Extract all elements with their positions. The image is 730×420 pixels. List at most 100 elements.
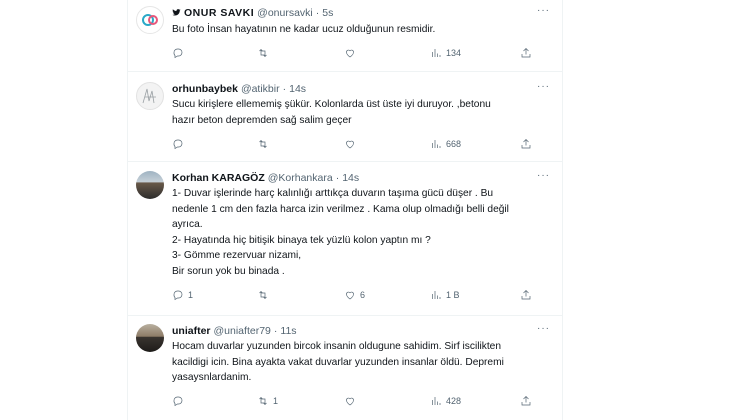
like-button[interactable] <box>344 138 360 150</box>
reply-icon <box>173 48 183 59</box>
views-button[interactable]: 668 <box>430 138 461 150</box>
bird-icon <box>172 8 181 19</box>
tweet-header: uniafter @uniafter79 · 11s <box>172 324 297 338</box>
heart-icon <box>346 291 354 300</box>
views-icon <box>432 397 441 405</box>
reply-button[interactable] <box>172 395 188 407</box>
separator-dot: · <box>335 172 340 184</box>
view-count: 134 <box>446 48 462 58</box>
retweet-button[interactable]: 1 <box>257 395 278 407</box>
retweet-icon <box>259 140 267 148</box>
retweet-button[interactable] <box>257 289 273 301</box>
reply-button[interactable] <box>172 47 188 59</box>
share-icon <box>521 290 531 300</box>
tweet-text-line: kacildigi icin. Bina ayakta vakat duvarl… <box>172 356 504 368</box>
tweet[interactable]: Korhan KARAGÖZ @Korhankara · 14s ··· 1- … <box>128 162 562 316</box>
like-button[interactable]: 6 <box>344 289 365 301</box>
reply-button[interactable] <box>172 138 188 150</box>
tweet-text-line: 3- Gömme rezervuar nizami, <box>172 250 302 261</box>
more-options-icon[interactable]: ··· <box>537 5 550 16</box>
onur-logo-avatar[interactable] <box>136 6 164 34</box>
tweet-actions: 1 428 <box>172 394 542 408</box>
tweet-text-line: Bu foto İnsan hayatının ne kadar ucuz ol… <box>172 24 436 35</box>
more-options-icon[interactable]: ··· <box>537 81 550 92</box>
tweet-text-line: Bir sorun yok bu binada . <box>172 265 285 277</box>
retweet-button[interactable] <box>257 138 273 150</box>
more-options-icon[interactable]: ··· <box>537 323 550 334</box>
reply-button[interactable]: 1 <box>172 289 193 301</box>
views-icon <box>432 49 441 57</box>
author-name[interactable]: Korhan KARAGÖZ <box>172 172 265 184</box>
retweet-button[interactable] <box>257 47 273 59</box>
tweet-text: Sucu kirişlere ellememiş şükür. Kolonlar… <box>172 97 542 128</box>
tweet-time[interactable]: 5s <box>322 7 333 19</box>
tweet-header: Korhan KARAGÖZ @Korhankara · 14s <box>172 171 359 185</box>
tweet-text: Bu foto İnsan hayatının ne kadar ucuz ol… <box>172 22 542 38</box>
share-icon <box>521 396 531 406</box>
share-button[interactable] <box>520 138 532 150</box>
share-button[interactable] <box>520 395 532 407</box>
separator-dot: · <box>315 7 320 19</box>
tweet-time[interactable]: 11s <box>280 325 296 337</box>
like-button[interactable] <box>344 47 360 59</box>
author-name[interactable]: uniafter <box>172 325 211 337</box>
timeline: ONUR SAVKI @onursavki · 5s ··· Bu foto İ… <box>127 0 563 420</box>
tweet-time[interactable]: 14s <box>289 83 306 95</box>
tweet-text-line: hazır beton depremden sağ salim geçer <box>172 114 352 126</box>
view-count: 1 B <box>446 290 460 300</box>
separator-dot: · <box>273 325 278 337</box>
like-button[interactable] <box>344 395 360 407</box>
sketch-avatar[interactable] <box>136 82 164 110</box>
reply-count: 1 <box>188 290 194 300</box>
author-handle[interactable]: @onursavki <box>257 7 313 19</box>
author-handle[interactable]: @uniafter79 <box>214 325 271 337</box>
photo-avatar[interactable] <box>136 171 164 199</box>
author-name[interactable]: orhunbaybek <box>172 83 238 95</box>
tweet-text-line: yasaysnlardanim. <box>172 372 252 383</box>
sketch-icon <box>142 88 156 104</box>
tweet-actions: 1 6 1 B <box>172 288 542 302</box>
tweet-text-line: nedenle 1 cm den fazla harca izin verilm… <box>172 203 509 215</box>
tweet-text-line: ayrıca. <box>172 219 203 230</box>
tweet[interactable]: orhunbaybek @atikbir · 14s ··· Sucu kiri… <box>128 72 562 162</box>
author-handle[interactable]: @Korhankara <box>268 172 333 184</box>
views-icon <box>432 291 441 299</box>
tweet-actions: 668 <box>172 137 542 151</box>
tweet-text-line: 2- Hayatında hiç bitişik binaya tek yüzl… <box>172 234 431 246</box>
retweet-icon <box>259 49 267 57</box>
heart-icon <box>346 397 354 406</box>
views-icon <box>432 140 441 148</box>
onur-logo-icon <box>142 14 158 26</box>
photo-avatar[interactable] <box>136 324 164 352</box>
author-name[interactable]: ONUR SAVKI <box>184 7 254 19</box>
separator-dot: · <box>282 83 287 95</box>
share-button[interactable] <box>520 47 532 59</box>
share-icon <box>521 139 531 149</box>
tweet-header: ONUR SAVKI @onursavki · 5s <box>172 6 333 20</box>
tweet-text: Hocam duvarlar yuzunden bircok insanin o… <box>172 339 542 386</box>
view-count: 668 <box>446 139 462 149</box>
view-count: 428 <box>446 396 462 406</box>
share-button[interactable] <box>520 289 532 301</box>
reply-icon <box>173 139 183 150</box>
views-button[interactable]: 134 <box>430 47 461 59</box>
tweet-time[interactable]: 14s <box>342 172 359 184</box>
tweet-actions: 134 <box>172 46 542 60</box>
share-icon <box>521 48 531 58</box>
heart-icon <box>346 49 354 58</box>
reply-icon <box>173 396 183 407</box>
like-count: 6 <box>360 290 366 300</box>
more-options-icon[interactable]: ··· <box>537 170 550 181</box>
tweet-text-line: 1- Duvar işlerinde harç kalınlığı arttık… <box>172 188 494 199</box>
author-handle[interactable]: @atikbir <box>241 83 280 95</box>
views-button[interactable]: 1 B <box>430 289 460 301</box>
tweet-header: orhunbaybek @atikbir · 14s <box>172 82 306 96</box>
retweet-icon <box>259 397 267 405</box>
tweet[interactable]: uniafter @uniafter79 · 11s ··· Hocam duv… <box>128 316 562 420</box>
retweet-icon <box>259 291 267 299</box>
retweet-count: 1 <box>273 396 279 406</box>
views-button[interactable]: 428 <box>430 395 461 407</box>
tweet[interactable]: ONUR SAVKI @onursavki · 5s ··· Bu foto İ… <box>128 0 562 72</box>
tweet-text-line: Sucu kirişlere ellememiş şükür. Kolonlar… <box>172 99 491 110</box>
tweet-text: 1- Duvar işlerinde harç kalınlığı arttık… <box>172 186 542 279</box>
